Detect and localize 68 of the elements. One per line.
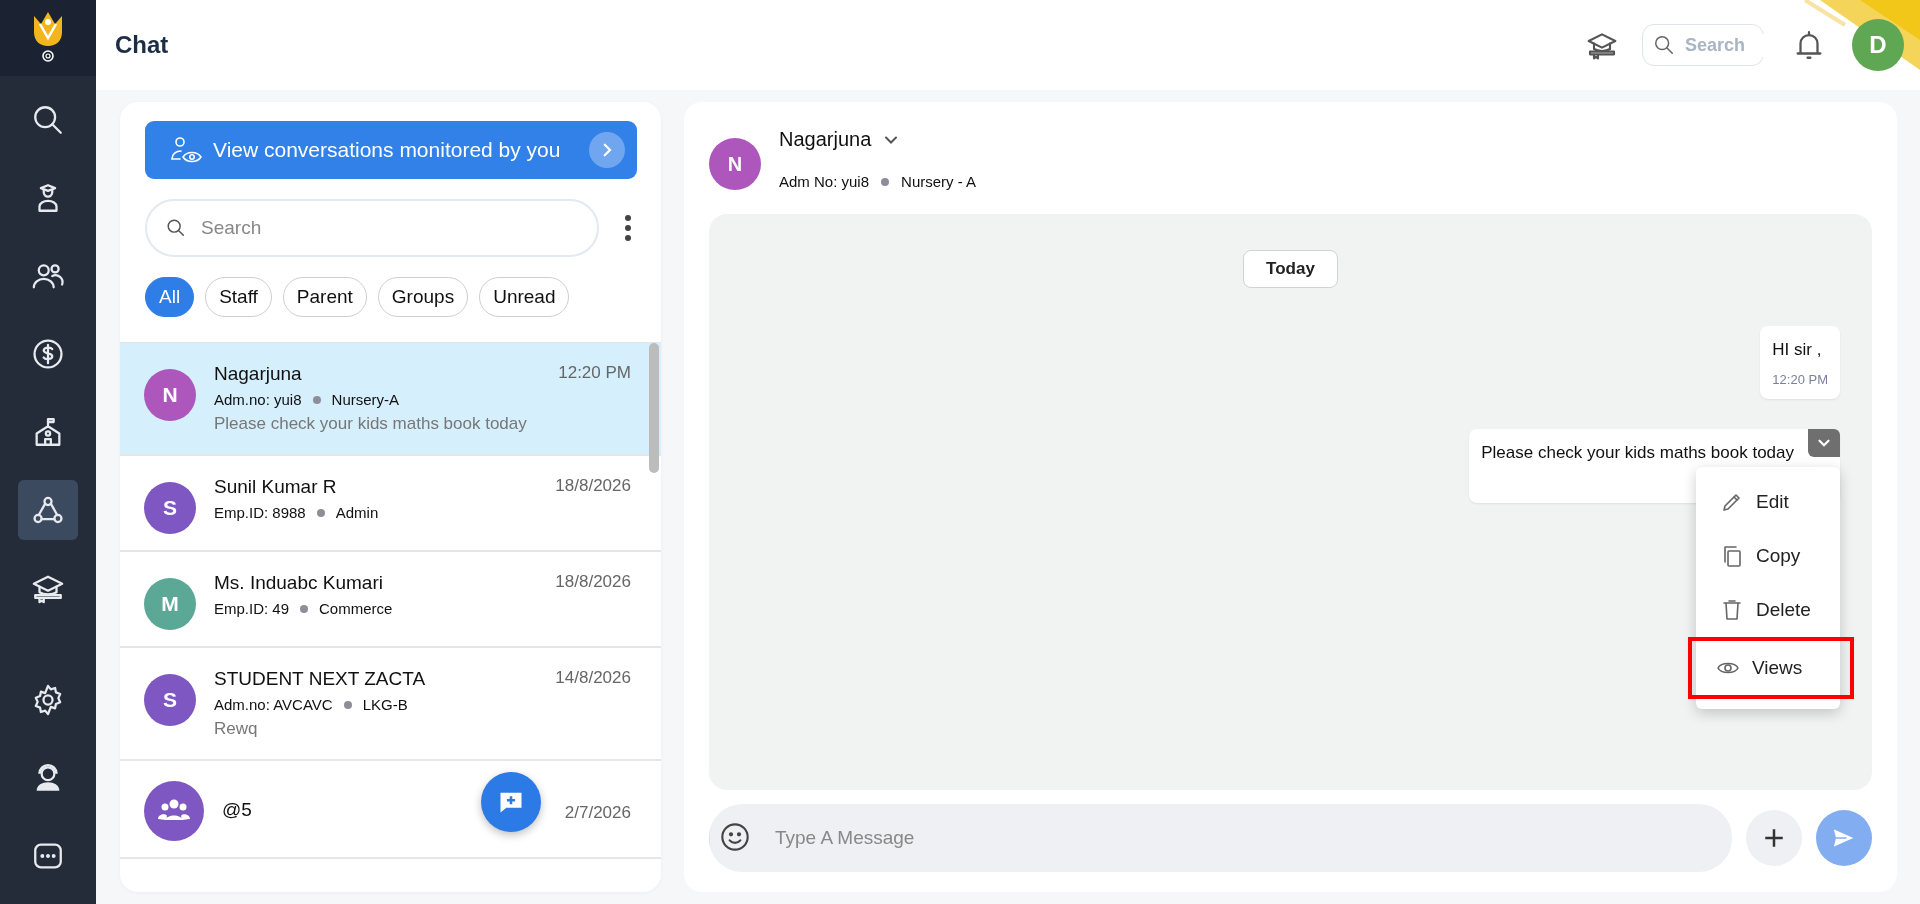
message-time: 18/8/2026 [555, 476, 631, 496]
contact-avatar: N [709, 138, 761, 190]
separator-dot [312, 395, 321, 404]
contact-id: Adm.no: yui8 [214, 391, 302, 408]
contact-name: Nagarjuna [779, 128, 872, 151]
search-field[interactable]: Search [1642, 24, 1764, 66]
contact-name: STUDENT NEXT ZACTA [214, 668, 426, 690]
message-preview: Please check your kids maths book today [214, 414, 528, 435]
contact-id: Adm.no: AVCAVC [214, 696, 333, 713]
message-time: 2/7/2026 [564, 803, 631, 823]
contact-avatar: N [144, 369, 196, 421]
smiley-icon[interactable] [719, 821, 751, 853]
person-eye-icon [169, 135, 203, 165]
message-field[interactable]: Type A Message [709, 804, 1732, 872]
message-time: 18/8/2026 [555, 572, 631, 592]
filter-chip[interactable]: Staff [205, 277, 272, 317]
conversation-item[interactable]: M Ms. Induabc Kumari Emp.ID: 49 Commerce 18/8/2026 [120, 552, 661, 648]
search-icon [1653, 34, 1675, 56]
message-time: 14/8/2026 [555, 668, 631, 688]
search-field[interactable]: Search [145, 199, 599, 257]
separator-dot [316, 508, 325, 517]
separator-dot [881, 177, 890, 186]
conversation-item[interactable]: S STUDENT NEXT ZACTA Adm.no: AVCAVC LKG-B Rewq 14/8/2026 [120, 648, 661, 761]
filter-chip[interactable]: Parent [282, 277, 367, 317]
message-preview: Rewq [214, 719, 259, 740]
sidebar-item[interactable] [18, 480, 78, 540]
menu-item[interactable]: Copy [1696, 529, 1840, 583]
filter-chip[interactable]: All [145, 277, 195, 317]
monitored-conversations-button[interactable]: View conversations monitored by you [145, 121, 637, 179]
contact-avatar: S [144, 482, 196, 534]
message-text: HI sir , [1772, 340, 1823, 360]
contact-group: Admin [335, 504, 379, 521]
chevron-right-icon [589, 132, 625, 168]
date-label: Today [1243, 250, 1338, 288]
contact-group: Nursery-A [331, 391, 400, 408]
contact-name: Sunil Kumar R [214, 476, 337, 498]
message-options-button[interactable] [1808, 429, 1840, 457]
conversation-item[interactable]: N Nagarjuna Adm.no: yui8 Nursery-A Please check your kids maths book today 12:20 PM [120, 343, 661, 456]
contact-name: Nagarjuna [214, 363, 302, 385]
message-text: Please check your kids maths book today [1481, 443, 1794, 463]
contact-name: @5 [222, 799, 252, 821]
message-time: 12:20 PM [558, 363, 631, 383]
contact-avatar: M [144, 578, 196, 630]
menu-item[interactable]: Edit [1696, 475, 1840, 529]
filter-chip[interactable]: Unread [479, 277, 570, 317]
contact-id: Emp.ID: 8988 [214, 504, 306, 521]
menu-item[interactable]: Delete [1696, 583, 1840, 637]
contact-group: LKG-B [362, 696, 408, 713]
page-title: Chat [115, 31, 170, 59]
filter-chip[interactable]: Groups [377, 277, 469, 317]
contact-name: Ms. Induabc Kumari [214, 572, 383, 594]
contact-group: Commerce [319, 600, 393, 617]
more-vertical-icon[interactable] [623, 213, 633, 243]
search-icon [31, 103, 65, 137]
menu-item[interactable]: Views [1688, 637, 1854, 699]
contact-group: Nursery - A [901, 173, 977, 190]
conversation-item[interactable]: S Sunil Kumar R Emp.ID: 8988 Admin 18/8/2026 [120, 456, 661, 552]
contact-id: Adm No: yui8 [779, 173, 870, 190]
contact-id: Emp.ID: 49 [214, 600, 290, 617]
new-chat-button[interactable] [481, 772, 541, 832]
scrollbar[interactable] [649, 343, 659, 473]
attach-button[interactable] [1746, 810, 1802, 866]
trash-icon [1720, 598, 1744, 622]
message-time: 12:20 PM [1772, 372, 1828, 387]
separator-dot [343, 700, 352, 709]
separator-dot [300, 604, 309, 613]
contact-avatar: S [144, 674, 196, 726]
dollar-icon [31, 337, 65, 371]
